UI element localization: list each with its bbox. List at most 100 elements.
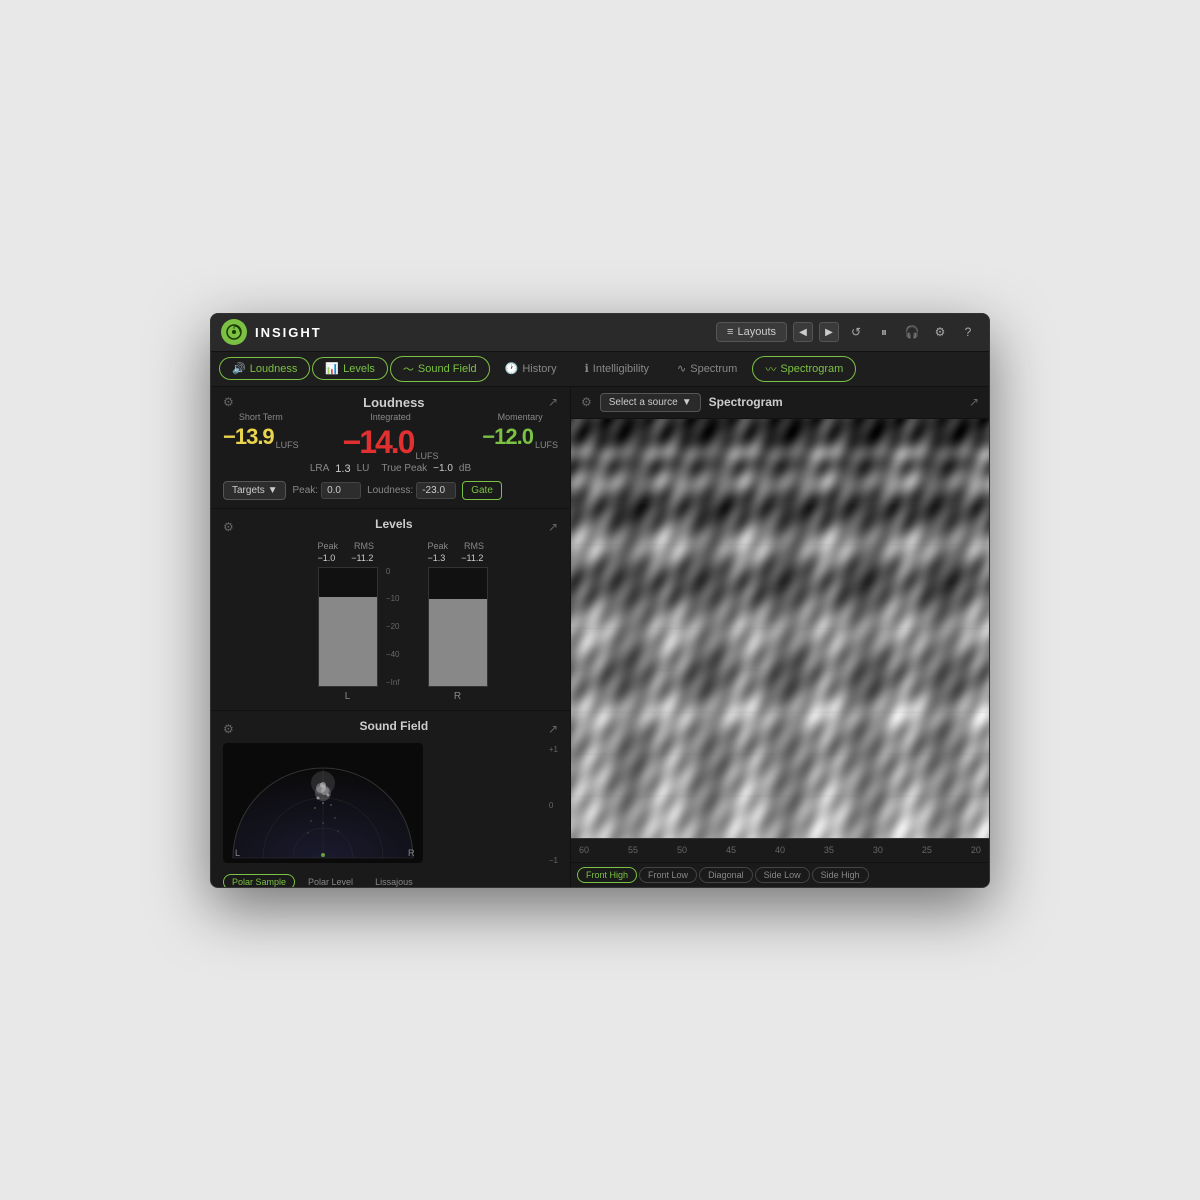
left-channel-label: L: [318, 691, 378, 702]
soundfield-title: Sound Field: [360, 719, 429, 733]
momentary-label: Momentary: [498, 412, 543, 422]
soundfield-section: ⚙ Sound Field ↗: [211, 711, 570, 888]
time-label-20: 20: [971, 845, 981, 855]
front-high-label: Front High: [586, 870, 628, 880]
side-high-tab[interactable]: Side High: [812, 867, 869, 883]
spectrogram-icon: 〰: [765, 361, 776, 377]
tab-spectrum-label: Spectrum: [690, 363, 737, 375]
side-high-label: Side High: [821, 870, 860, 880]
tab-levels-label: Levels: [343, 363, 375, 375]
right-peak-label: Peak: [428, 541, 449, 551]
right-peak-value: −1.3: [428, 553, 446, 563]
spectrogram-canvas: [571, 419, 989, 838]
time-label-50: 50: [677, 845, 687, 855]
app-title: INSIGHT: [255, 325, 716, 340]
main-content: ⚙ Loudness ↗ Short Term −13.9 LUFS: [211, 387, 989, 887]
tab-intelligibility[interactable]: ℹ Intelligibility: [572, 357, 662, 380]
dropdown-arrow-icon: ▼: [268, 485, 278, 496]
tab-soundfield[interactable]: 〜 Sound Field: [390, 356, 490, 382]
nav-prev-button[interactable]: ◀: [793, 322, 813, 342]
lu-label: LU: [357, 463, 370, 474]
settings-button[interactable]: ⚙: [929, 321, 951, 343]
left-peak-value: −1.0: [318, 553, 336, 563]
help-button[interactable]: ?: [957, 321, 979, 343]
tab-spectrogram[interactable]: 〰 Spectrogram: [752, 356, 856, 382]
source-label: Select a source: [609, 397, 678, 408]
tab-history[interactable]: 🕐 History: [492, 357, 570, 380]
pause-button[interactable]: ⏸: [873, 321, 895, 343]
left-panel: ⚙ Loudness ↗ Short Term −13.9 LUFS: [211, 387, 571, 887]
polar-level-tab[interactable]: Polar Level: [299, 874, 362, 888]
layouts-button[interactable]: ≡ Layouts: [716, 322, 787, 342]
peak-field: Peak:: [292, 482, 361, 499]
source-dropdown-arrow-icon: ▼: [682, 397, 692, 408]
levels-section: ⚙ Levels ↗ Peak RMS −1.0 −11.2: [211, 509, 570, 711]
app-logo: [221, 319, 247, 345]
loudness-gear-icon[interactable]: ⚙: [223, 395, 234, 409]
lra-line: LRA 1.3 LU True Peak −1.0 dB: [310, 463, 471, 475]
loudness-input[interactable]: [416, 482, 456, 499]
headphone-button[interactable]: 🎧: [901, 321, 923, 343]
source-dropdown[interactable]: Select a source ▼: [600, 393, 701, 412]
short-term-value: −13.9: [223, 424, 274, 450]
polar-sample-tab[interactable]: Polar Sample: [223, 874, 295, 888]
circle-i-icon: ℹ: [585, 362, 589, 375]
spectrogram-title: Spectrogram: [709, 395, 961, 409]
tab-bar: 🔊 Loudness 📊 Levels 〜 Sound Field 🕐 Hist…: [211, 352, 989, 387]
diagonal-label: Diagonal: [708, 870, 744, 880]
app-window: INSIGHT ≡ Layouts ◀ ▶ ↺ ⏸ 🎧 ⚙ ? 🔊 Loudne…: [210, 313, 990, 888]
integrated-value: −14.0: [343, 424, 414, 461]
right-channel-label: R: [428, 691, 488, 702]
integrated-meter: Integrated −14.0 LUFS LRA 1.3 LU True Pe…: [310, 412, 471, 475]
tab-levels[interactable]: 📊 Levels: [312, 357, 388, 380]
integrated-label: Integrated: [370, 412, 411, 422]
tab-history-label: History: [522, 363, 556, 375]
loudness-header: ⚙ Loudness ↗: [223, 395, 558, 410]
lissajous-tab[interactable]: Lissajous: [366, 874, 422, 888]
left-level-bar: [318, 567, 378, 687]
reset-button[interactable]: ↺: [845, 321, 867, 343]
soundfield-expand-icon[interactable]: ↗: [548, 722, 558, 736]
spectrogram-expand-icon[interactable]: ↗: [969, 395, 979, 409]
diagonal-tab[interactable]: Diagonal: [699, 867, 753, 883]
menu-icon: ≡: [727, 326, 733, 338]
time-label-55: 55: [628, 845, 638, 855]
soundfield-content: L R +1 0 −1: [223, 743, 558, 868]
right-level-fill: [429, 599, 487, 685]
soundfield-scale: +1 0 −1: [549, 745, 558, 865]
time-label-60: 60: [579, 845, 589, 855]
levels-title: Levels: [375, 517, 412, 531]
left-rms-label: RMS: [354, 541, 374, 551]
peak-input[interactable]: [321, 482, 361, 499]
side-low-label: Side Low: [764, 870, 801, 880]
soundfield-tabs: Polar Sample Polar Level Lissajous: [223, 874, 558, 888]
front-high-tab[interactable]: Front High: [577, 867, 637, 883]
levels-gear-icon[interactable]: ⚙: [223, 520, 234, 534]
integrated-lufs: LUFS: [415, 451, 438, 461]
gate-button[interactable]: Gate: [462, 481, 502, 500]
soundfield-gear-icon[interactable]: ⚙: [223, 722, 234, 736]
true-peak-value: −1.0: [433, 463, 453, 474]
tab-spectrum[interactable]: ∿ Spectrum: [664, 357, 750, 380]
side-low-tab[interactable]: Side Low: [755, 867, 810, 883]
tab-loudness[interactable]: 🔊 Loudness: [219, 357, 310, 380]
levels-meters: Peak RMS −1.0 −11.2 0: [223, 541, 558, 702]
polar-level-label: Polar Level: [308, 877, 353, 887]
layouts-label: Layouts: [737, 326, 776, 338]
spectrogram-gear-icon[interactable]: ⚙: [581, 395, 592, 409]
loudness-param-label: Loudness:: [367, 485, 413, 496]
lra-value: 1.3: [335, 463, 350, 475]
front-low-tab[interactable]: Front Low: [639, 867, 697, 883]
levels-expand-icon[interactable]: ↗: [548, 520, 558, 534]
lra-label: LRA: [310, 463, 329, 474]
right-level-bar: [428, 567, 488, 687]
tab-soundfield-label: Sound Field: [418, 363, 477, 375]
loudness-expand-icon[interactable]: ↗: [548, 395, 558, 409]
left-level-fill: [319, 597, 377, 686]
targets-label: Targets: [232, 485, 265, 496]
nav-next-button[interactable]: ▶: [819, 322, 839, 342]
momentary-value: −12.0: [482, 424, 533, 450]
time-label-45: 45: [726, 845, 736, 855]
targets-dropdown[interactable]: Targets ▼: [223, 481, 286, 500]
true-peak-label: True Peak: [381, 463, 427, 474]
